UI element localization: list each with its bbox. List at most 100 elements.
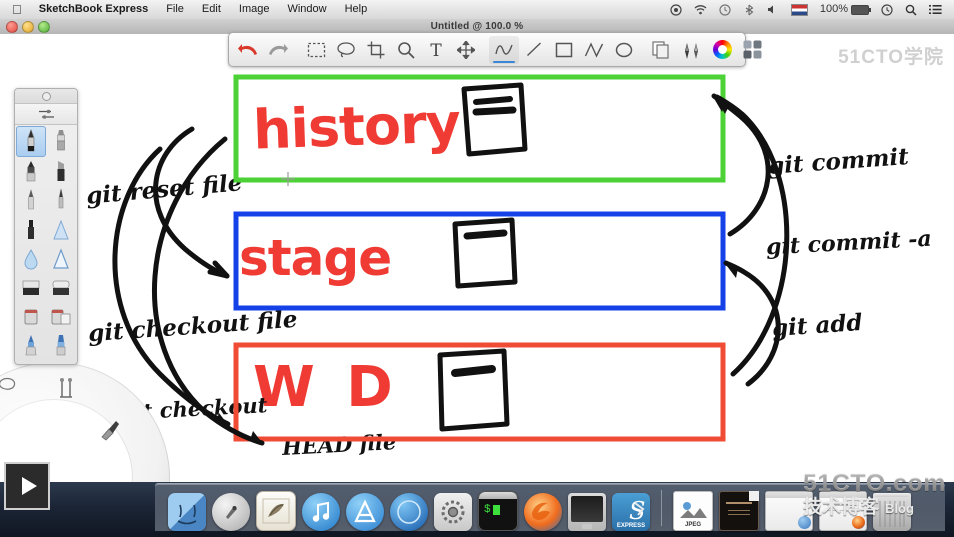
- flag-icon[interactable]: [785, 0, 814, 19]
- text-tool[interactable]: T: [421, 36, 451, 64]
- watermark-top-right: 51CTO学院: [838, 47, 944, 68]
- toolbar-history-group: [233, 33, 293, 66]
- highlighter-brush[interactable]: [16, 331, 46, 360]
- video-play-button[interactable]: [4, 462, 50, 510]
- close-button[interactable]: [6, 21, 18, 33]
- menu-bar-status: 100%: [664, 0, 954, 19]
- watermark-site: 51CTO.com: [803, 469, 946, 497]
- brush-palette[interactable]: [14, 88, 78, 365]
- chisel-brush[interactable]: [46, 157, 76, 186]
- menu-bar-left:  SketchBook Express File Edit Image Win…: [0, 0, 376, 19]
- notification-center-icon[interactable]: [923, 0, 948, 19]
- freehand-tool[interactable]: [489, 35, 519, 64]
- ballpoint-brush[interactable]: [16, 215, 46, 244]
- menu-item-help[interactable]: Help: [336, 0, 377, 19]
- clock-icon[interactable]: [875, 0, 899, 19]
- dock-firefox[interactable]: [524, 493, 562, 531]
- play-triangle-icon: [21, 477, 37, 495]
- soft-shape-brush[interactable]: [46, 215, 76, 244]
- sliders-icon: [38, 109, 54, 119]
- paint-bucket-brush[interactable]: [16, 302, 46, 331]
- menu-item-file[interactable]: File: [157, 0, 193, 19]
- zoom-button[interactable]: [38, 21, 50, 33]
- line-tool[interactable]: [519, 36, 549, 64]
- window-controls: [6, 21, 50, 33]
- screen:  SketchBook Express File Edit Image Win…: [0, 0, 954, 537]
- crop-tool[interactable]: [361, 36, 391, 64]
- dock-itunes[interactable]: [302, 493, 340, 531]
- move-tool[interactable]: [451, 36, 481, 64]
- watermark-blog: Blog: [885, 501, 914, 516]
- battery-icon[interactable]: 100%: [814, 0, 875, 19]
- rectangle-tool[interactable]: [549, 36, 579, 64]
- layers-button[interactable]: [647, 36, 677, 64]
- svg-text:T: T: [430, 41, 442, 59]
- color-swatches-button[interactable]: [737, 36, 767, 64]
- menu-bar:  SketchBook Express File Edit Image Win…: [0, 0, 954, 20]
- dock-items: $ S EXPRESS JPEG: [168, 484, 911, 531]
- zoom-tool[interactable]: [391, 36, 421, 64]
- polyline-tool[interactable]: [579, 36, 609, 64]
- lasso-select-tool[interactable]: [331, 36, 361, 64]
- window-title: Untitled @ 100.0 %: [430, 21, 524, 32]
- soft-eraser-brush[interactable]: [46, 273, 76, 302]
- watermark-tagline: 技术博客 Blog: [803, 498, 946, 517]
- brush-grid: [15, 125, 77, 361]
- dock-appstore[interactable]: [346, 493, 384, 531]
- menu-item-window[interactable]: Window: [278, 0, 335, 19]
- water-drop-brush[interactable]: [16, 244, 46, 273]
- dock-separator: [661, 489, 662, 526]
- record-icon[interactable]: [664, 0, 688, 19]
- brush-palette-header[interactable]: [15, 89, 77, 104]
- dock-display[interactable]: [568, 493, 606, 531]
- dock-safari[interactable]: [390, 493, 428, 531]
- brush-palette-collapse-icon[interactable]: [41, 91, 51, 101]
- menu-item-edit[interactable]: Edit: [193, 0, 230, 19]
- dock-file-jpeg-label: JPEG: [684, 522, 701, 528]
- dock-system-preferences[interactable]: [434, 493, 472, 531]
- dock-mail[interactable]: [256, 491, 296, 531]
- bluetooth-icon[interactable]: [737, 0, 761, 19]
- stage-box: [233, 211, 726, 311]
- wide-marker-brush[interactable]: [46, 331, 76, 360]
- dock-finder[interactable]: [168, 493, 206, 531]
- volume-icon[interactable]: [761, 0, 785, 19]
- dock-sketchbook-label: EXPRESS: [616, 523, 646, 529]
- dock-sketchbook-express[interactable]: S EXPRESS: [612, 493, 650, 531]
- felt-marker-brush[interactable]: [46, 126, 76, 155]
- dock-file-jpeg[interactable]: JPEG: [673, 491, 713, 531]
- marker-brush[interactable]: [16, 157, 46, 186]
- arrow-git-reset: [153, 126, 230, 279]
- menu-app-name[interactable]: SketchBook Express: [30, 0, 157, 19]
- minimize-button[interactable]: [22, 21, 34, 33]
- brushes-button[interactable]: [677, 36, 707, 64]
- apple-menu-icon[interactable]: : [8, 0, 30, 19]
- toolbar-select-group: T: [301, 33, 481, 66]
- fine-pen-brush[interactable]: [46, 186, 76, 215]
- history-box: [233, 74, 726, 183]
- dock-file-document[interactable]: [719, 491, 759, 531]
- airbrush-brush[interactable]: [16, 186, 46, 215]
- lagoon-brush-icon[interactable]: [99, 418, 121, 441]
- lagoon-lasso-icon[interactable]: [0, 374, 18, 396]
- watermark-tagline-cn: 技术博客: [803, 497, 880, 518]
- pencil-brush[interactable]: [16, 126, 46, 157]
- dock-terminal[interactable]: $: [478, 491, 518, 531]
- brush-palette-settings-row[interactable]: [15, 104, 77, 125]
- color-wheel-button[interactable]: [707, 36, 737, 64]
- rectangle-select-tool[interactable]: [301, 36, 331, 64]
- svg-text:S: S: [629, 497, 645, 525]
- timemachine-icon[interactable]: [713, 0, 737, 19]
- toolbar-shape-group: [489, 33, 639, 66]
- wifi-icon[interactable]: [688, 0, 713, 19]
- hard-shape-brush[interactable]: [46, 244, 76, 273]
- undo-button[interactable]: [233, 36, 263, 64]
- menu-item-image[interactable]: Image: [230, 0, 279, 19]
- redo-button[interactable]: [263, 36, 293, 64]
- fill-layer-brush[interactable]: [46, 302, 76, 331]
- eraser-brush[interactable]: [16, 273, 46, 302]
- ellipse-tool[interactable]: [609, 36, 639, 64]
- dock-launchpad[interactable]: [212, 493, 250, 531]
- lagoon-ruler-icon[interactable]: [55, 378, 77, 400]
- spotlight-icon[interactable]: [899, 0, 923, 19]
